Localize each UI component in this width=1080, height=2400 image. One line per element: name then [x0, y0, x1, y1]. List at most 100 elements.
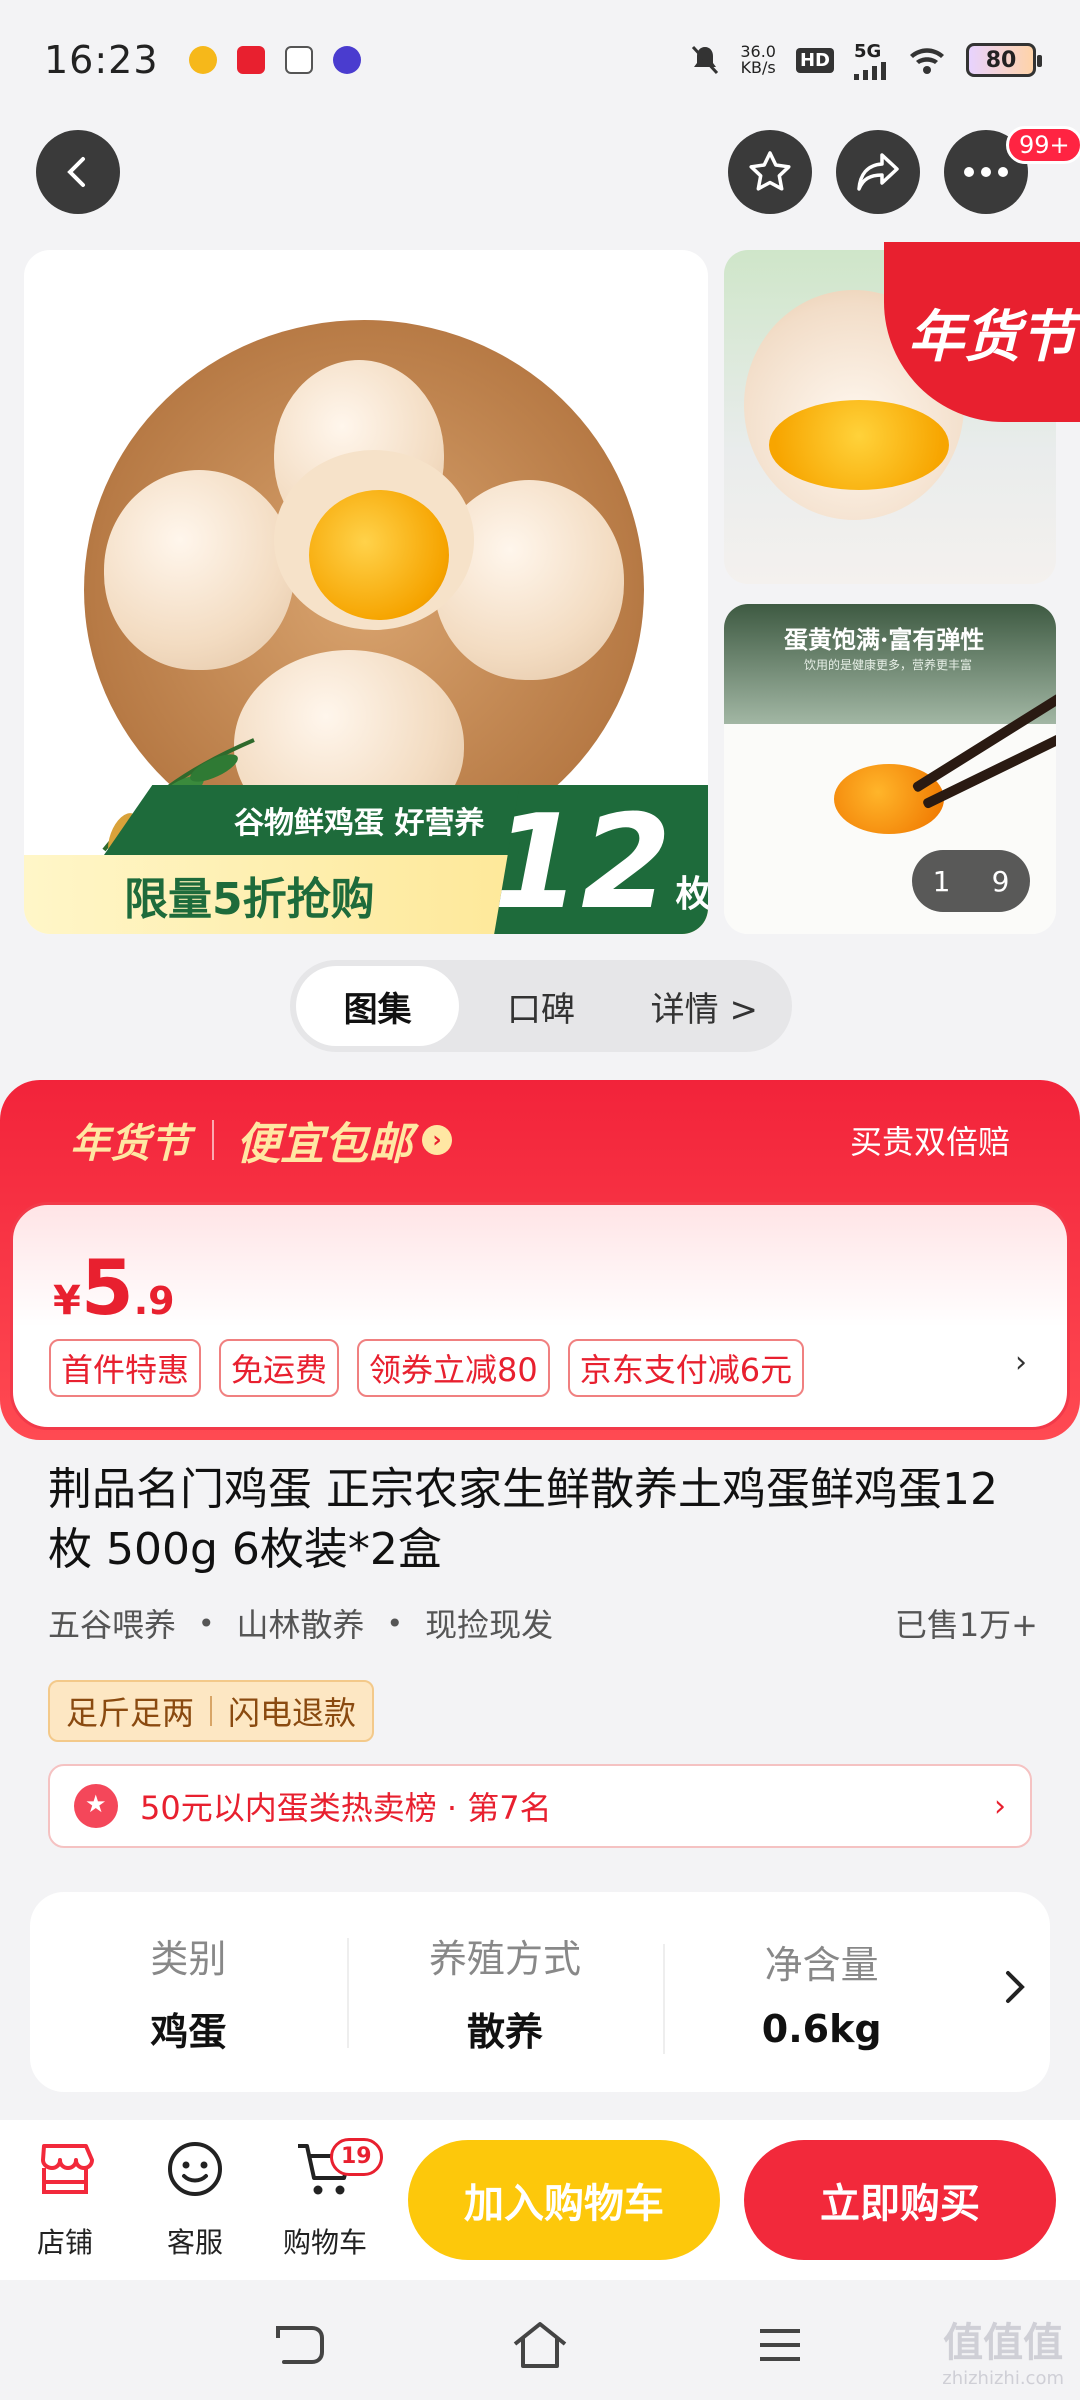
shop-label: 店铺 — [36, 2226, 93, 2259]
spec-item: 净含量 0.6kg — [663, 1934, 980, 2054]
top-nav: 99+ — [0, 126, 1080, 230]
medal-icon — [74, 1784, 118, 1828]
price-integer: 5 — [80, 1243, 134, 1332]
promo-tag: 京东支付减6元 — [567, 1339, 805, 1397]
image-counter-current: 1 — [932, 864, 951, 898]
yolk-image — [309, 490, 449, 620]
cellular-signal: 5G — [854, 41, 888, 80]
main-product-image[interactable]: 谷物鲜鸡蛋 好营养 限量5折抢购 12 枚 — [24, 250, 708, 934]
home-icon — [513, 2322, 567, 2368]
app-notification-icon — [188, 46, 217, 74]
wifi-icon — [910, 48, 944, 74]
bottom-action-bar: 店铺 客服 购物车 19 加入购物车 立即购买 — [0, 2120, 1080, 2280]
product-specs[interactable]: 类别 鸡蛋 养殖方式 散养 净含量 0.6kg — [30, 1892, 1050, 2092]
service-badge: 足斤足两 — [66, 1694, 195, 1732]
image-counter: 1 9 — [912, 850, 1030, 912]
price-panel: ¥ 5 .9 首件特惠 免运费 领券立减80 京东支付减6元 › — [10, 1202, 1070, 1430]
dot-separator: • — [386, 1606, 404, 1640]
price: ¥ 5 .9 — [53, 1243, 175, 1332]
cart-label: 购物车 — [282, 2226, 367, 2259]
status-indicators: 36.0 KB/s HD 5G 80 — [690, 41, 1042, 80]
system-menu-button[interactable] — [745, 2310, 815, 2380]
egg-count-badge: 12 枚 — [494, 785, 708, 934]
system-nav-bar — [0, 2290, 1080, 2400]
star-icon — [749, 151, 791, 191]
more-badge: 99+ — [1006, 126, 1080, 164]
promo-tag: 首件特惠 — [49, 1339, 202, 1397]
add-to-cart-button[interactable]: 加入购物车 — [408, 2140, 720, 2260]
signal-icon — [854, 61, 886, 80]
promo-header[interactable]: 年货节 便宜包邮 › 买贵双倍赔 — [0, 1080, 1080, 1200]
spec-label: 类别 — [150, 1937, 227, 1981]
festival-logo: 年货节 — [70, 1121, 190, 1167]
yolk-image — [769, 400, 949, 490]
ranking-bar[interactable]: 50元以内蛋类热卖榜 · 第7名 › — [48, 1764, 1032, 1848]
egg-image — [104, 470, 294, 670]
sold-count: 已售1万+ — [894, 1606, 1038, 1644]
product-title: 荆品名门鸡蛋 正宗农家生鲜散养土鸡蛋鲜鸡蛋12枚 500g 6枚装*2盒 — [48, 1464, 998, 1575]
chevron-right-icon: › — [422, 1125, 452, 1155]
egg-count-unit: 枚 — [675, 874, 708, 915]
divider — [212, 1120, 214, 1160]
watermark-site: zhizhizhi.com — [942, 2368, 1064, 2389]
divider — [210, 1696, 213, 1726]
spec-value: 0.6kg — [761, 2006, 882, 2051]
spec-value: 散养 — [467, 2010, 544, 2054]
image-counter-total: 9 — [991, 864, 1010, 898]
hd-icon: HD — [795, 47, 834, 73]
menu-icon — [760, 2329, 800, 2361]
back-button[interactable] — [36, 130, 120, 214]
dot-separator: • — [198, 1606, 215, 1640]
customer-service-label: 客服 — [166, 2226, 223, 2259]
spec-item: 类别 鸡蛋 — [30, 1928, 347, 2056]
share-button[interactable] — [836, 130, 920, 214]
net-speed-unit: KB/s — [740, 58, 776, 77]
service-badge: 闪电退款 — [228, 1694, 357, 1732]
battery-level: 80 — [985, 47, 1017, 73]
system-home-button[interactable] — [505, 2310, 575, 2380]
promo-card: 年货节 便宜包邮 › 买贵双倍赔 ¥ 5 .9 首件特惠 免运费 领券立减80 … — [0, 1080, 1080, 1440]
smile-chat-icon — [168, 2142, 222, 2196]
promo-tag: 领券立减80 — [357, 1339, 550, 1397]
watermark: 值值值 zhizhizhi.com — [942, 2310, 1064, 2389]
cart-count-badge: 19 — [330, 2138, 383, 2176]
chevron-right-icon[interactable]: › — [1015, 1345, 1027, 1380]
app-notification-icon — [332, 46, 361, 74]
tab-reviews[interactable]: 口碑 — [459, 966, 622, 1046]
spec-label: 净含量 — [764, 1942, 879, 1987]
ranking-text: 50元以内蛋类热卖榜 · 第7名 — [140, 1789, 552, 1827]
system-back-button[interactable] — [265, 2310, 335, 2380]
gallery-tabs: 图集 口碑 详情 > — [290, 960, 792, 1052]
share-icon — [857, 153, 899, 191]
store-icon — [41, 2144, 94, 2194]
favorite-button[interactable] — [728, 130, 812, 214]
feature-label: 现捡现发 — [425, 1606, 554, 1644]
feature-label: 山林散养 — [236, 1606, 365, 1644]
tab-details[interactable]: 详情 > — [623, 966, 786, 1046]
egg-count: 12 — [490, 786, 672, 934]
chevron-left-icon — [67, 157, 85, 187]
back-arrow-icon — [276, 2326, 324, 2364]
price-decimal: .9 — [133, 1279, 175, 1323]
promo-tags[interactable]: 首件特惠 免运费 领券立减80 京东支付减6元 — [49, 1339, 805, 1397]
free-shipping-label: 便宜包邮 — [236, 1119, 412, 1170]
chevron-right-icon[interactable] — [980, 1969, 1050, 2015]
price-symbol: ¥ — [53, 1278, 81, 1324]
battery-indicator: 80 — [966, 43, 1042, 77]
mute-icon — [692, 45, 719, 75]
alipay-icon — [284, 46, 313, 74]
chevron-right-icon: › — [994, 1788, 1006, 1824]
service-badges[interactable]: 足斤足两 闪电退款 — [48, 1680, 375, 1742]
customer-service-button[interactable]: 客服 — [140, 2138, 250, 2261]
spec-item: 养殖方式 散养 — [346, 1928, 664, 2056]
watermark-logo: 值值值 — [943, 2320, 1064, 2366]
shop-button[interactable]: 店铺 — [10, 2138, 120, 2261]
buy-now-button[interactable]: 立即购买 — [744, 2140, 1056, 2260]
tab-gallery[interactable]: 图集 — [296, 966, 460, 1046]
spec-label: 养殖方式 — [429, 1937, 582, 1981]
promo-tag: 免运费 — [219, 1339, 340, 1397]
feature-label: 五谷喂养 — [48, 1606, 177, 1644]
thumbnail-caption: 蛋黄饱满·富有弹性 — [784, 625, 985, 654]
thumbnail-subcaption: 饮用的是健康更多，营养更丰富 — [804, 658, 973, 672]
product-features: 五谷喂养 • 山林散养 • 现捡现发 已售1万+ — [48, 1600, 1038, 1646]
